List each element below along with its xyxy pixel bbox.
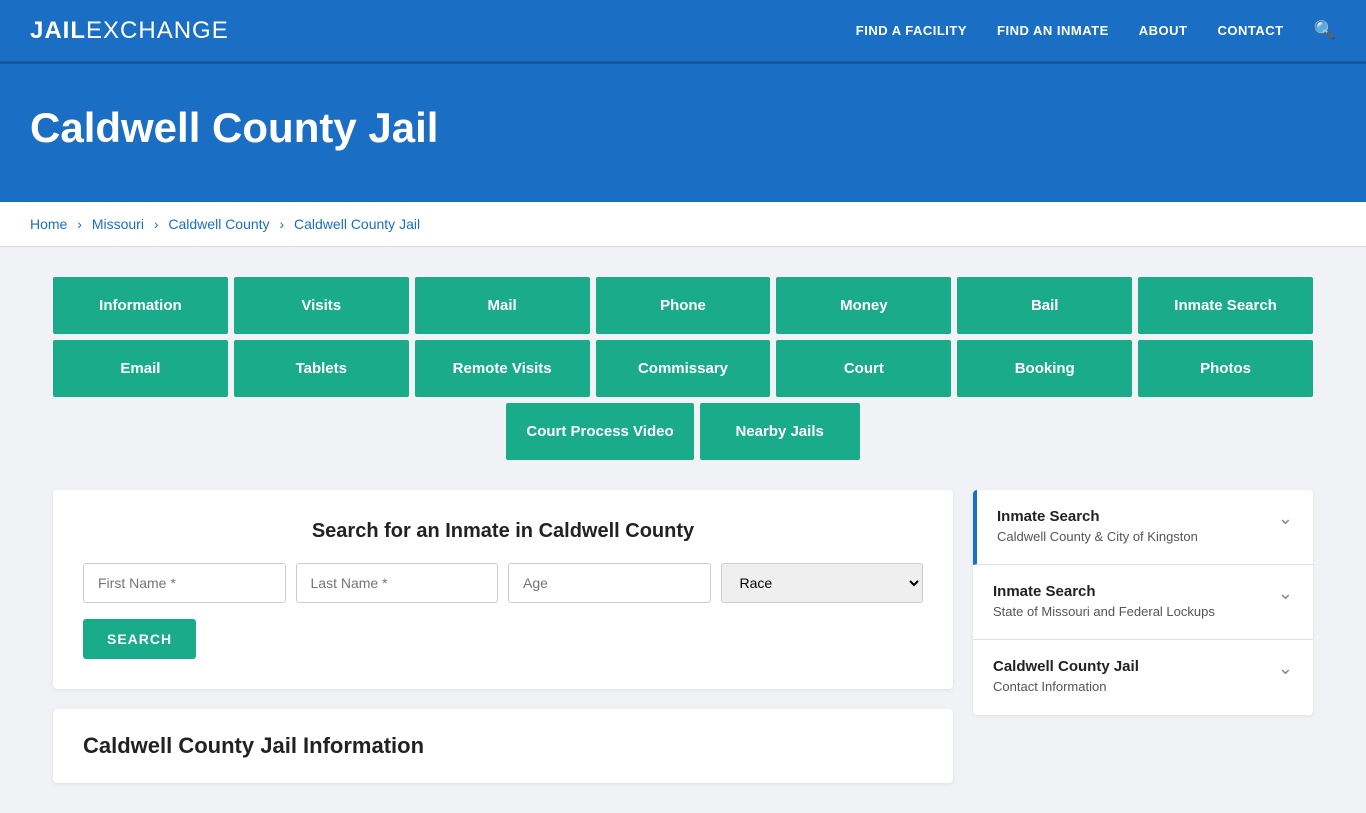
sidebar-item-2-title: Caldwell County Jail xyxy=(993,658,1139,675)
breadcrumb-caldwell-jail[interactable]: Caldwell County Jail xyxy=(294,216,420,232)
nav-about[interactable]: ABOUT xyxy=(1139,23,1188,38)
hero-section: Caldwell County Jail xyxy=(0,64,1366,202)
btn-nearby-jails[interactable]: Nearby Jails xyxy=(700,403,860,460)
content-columns: Search for an Inmate in Caldwell County … xyxy=(53,490,1313,783)
sidebar-item-0[interactable]: Inmate Search Caldwell County & City of … xyxy=(973,490,1313,565)
search-title: Search for an Inmate in Caldwell County xyxy=(83,520,923,543)
info-title: Caldwell County Jail Information xyxy=(83,733,923,759)
btn-information[interactable]: Information xyxy=(53,277,228,334)
breadcrumb-sep-1: › xyxy=(77,216,82,232)
sidebar: Inmate Search Caldwell County & City of … xyxy=(973,490,1313,715)
btn-money[interactable]: Money xyxy=(776,277,951,334)
left-column: Search for an Inmate in Caldwell County … xyxy=(53,490,953,783)
btn-court-process-video[interactable]: Court Process Video xyxy=(506,403,693,460)
search-icon[interactable]: 🔍 xyxy=(1314,20,1336,41)
navbar: JAIL EXCHANGE FIND A FACILITY FIND AN IN… xyxy=(0,0,1366,64)
btn-inmate-search[interactable]: Inmate Search xyxy=(1138,277,1313,334)
btn-phone[interactable]: Phone xyxy=(596,277,771,334)
sidebar-item-1[interactable]: Inmate Search State of Missouri and Fede… xyxy=(973,565,1313,640)
category-buttons-row1: Information Visits Mail Phone Money Bail… xyxy=(53,277,1313,334)
sidebar-item-1-title: Inmate Search xyxy=(993,583,1215,600)
btn-tablets[interactable]: Tablets xyxy=(234,340,409,397)
btn-visits[interactable]: Visits xyxy=(234,277,409,334)
chevron-down-icon-1: ⌄ xyxy=(1278,583,1293,604)
nav-find-facility[interactable]: FIND A FACILITY xyxy=(856,23,967,38)
btn-bail[interactable]: Bail xyxy=(957,277,1132,334)
logo[interactable]: JAIL EXCHANGE xyxy=(30,17,229,45)
nav-links: FIND A FACILITY FIND AN INMATE ABOUT CON… xyxy=(856,20,1336,41)
breadcrumb-home[interactable]: Home xyxy=(30,216,67,232)
btn-court[interactable]: Court xyxy=(776,340,951,397)
sidebar-item-2[interactable]: Caldwell County Jail Contact Information… xyxy=(973,640,1313,714)
btn-commissary[interactable]: Commissary xyxy=(596,340,771,397)
main-content: Information Visits Mail Phone Money Bail… xyxy=(33,247,1333,813)
breadcrumb-sep-2: › xyxy=(154,216,159,232)
sidebar-item-1-subtitle: State of Missouri and Federal Lockups xyxy=(993,603,1215,621)
chevron-down-icon-2: ⌄ xyxy=(1278,658,1293,679)
sidebar-item-0-title: Inmate Search xyxy=(997,508,1198,525)
nav-contact[interactable]: CONTACT xyxy=(1217,23,1283,38)
btn-mail[interactable]: Mail xyxy=(415,277,590,334)
race-select[interactable]: RaceWhiteBlackHispanicAsianOther xyxy=(721,563,924,603)
chevron-down-icon-0: ⌄ xyxy=(1278,508,1293,529)
age-input[interactable] xyxy=(508,563,711,603)
sidebar-item-0-subtitle: Caldwell County & City of Kingston xyxy=(997,528,1198,546)
btn-remote-visits[interactable]: Remote Visits xyxy=(415,340,590,397)
last-name-input[interactable] xyxy=(296,563,499,603)
page-title: Caldwell County Jail xyxy=(30,104,1336,152)
category-buttons-row3: Court Process Video Nearby Jails xyxy=(53,403,1313,460)
search-button[interactable]: SEARCH xyxy=(83,619,196,659)
sidebar-card: Inmate Search Caldwell County & City of … xyxy=(973,490,1313,715)
breadcrumb: Home › Missouri › Caldwell County › Cald… xyxy=(0,202,1366,247)
logo-jail: JAIL xyxy=(30,17,86,45)
btn-photos[interactable]: Photos xyxy=(1138,340,1313,397)
logo-exchange: EXCHANGE xyxy=(86,17,229,45)
btn-email[interactable]: Email xyxy=(53,340,228,397)
breadcrumb-caldwell-county[interactable]: Caldwell County xyxy=(168,216,269,232)
nav-find-inmate[interactable]: FIND AN INMATE xyxy=(997,23,1109,38)
breadcrumb-missouri[interactable]: Missouri xyxy=(92,216,144,232)
inmate-search-panel: Search for an Inmate in Caldwell County … xyxy=(53,490,953,689)
search-fields: RaceWhiteBlackHispanicAsianOther xyxy=(83,563,923,603)
info-section: Caldwell County Jail Information xyxy=(53,709,953,783)
btn-booking[interactable]: Booking xyxy=(957,340,1132,397)
breadcrumb-sep-3: › xyxy=(279,216,284,232)
first-name-input[interactable] xyxy=(83,563,286,603)
sidebar-item-2-subtitle: Contact Information xyxy=(993,678,1139,696)
category-buttons-row2: Email Tablets Remote Visits Commissary C… xyxy=(53,340,1313,397)
